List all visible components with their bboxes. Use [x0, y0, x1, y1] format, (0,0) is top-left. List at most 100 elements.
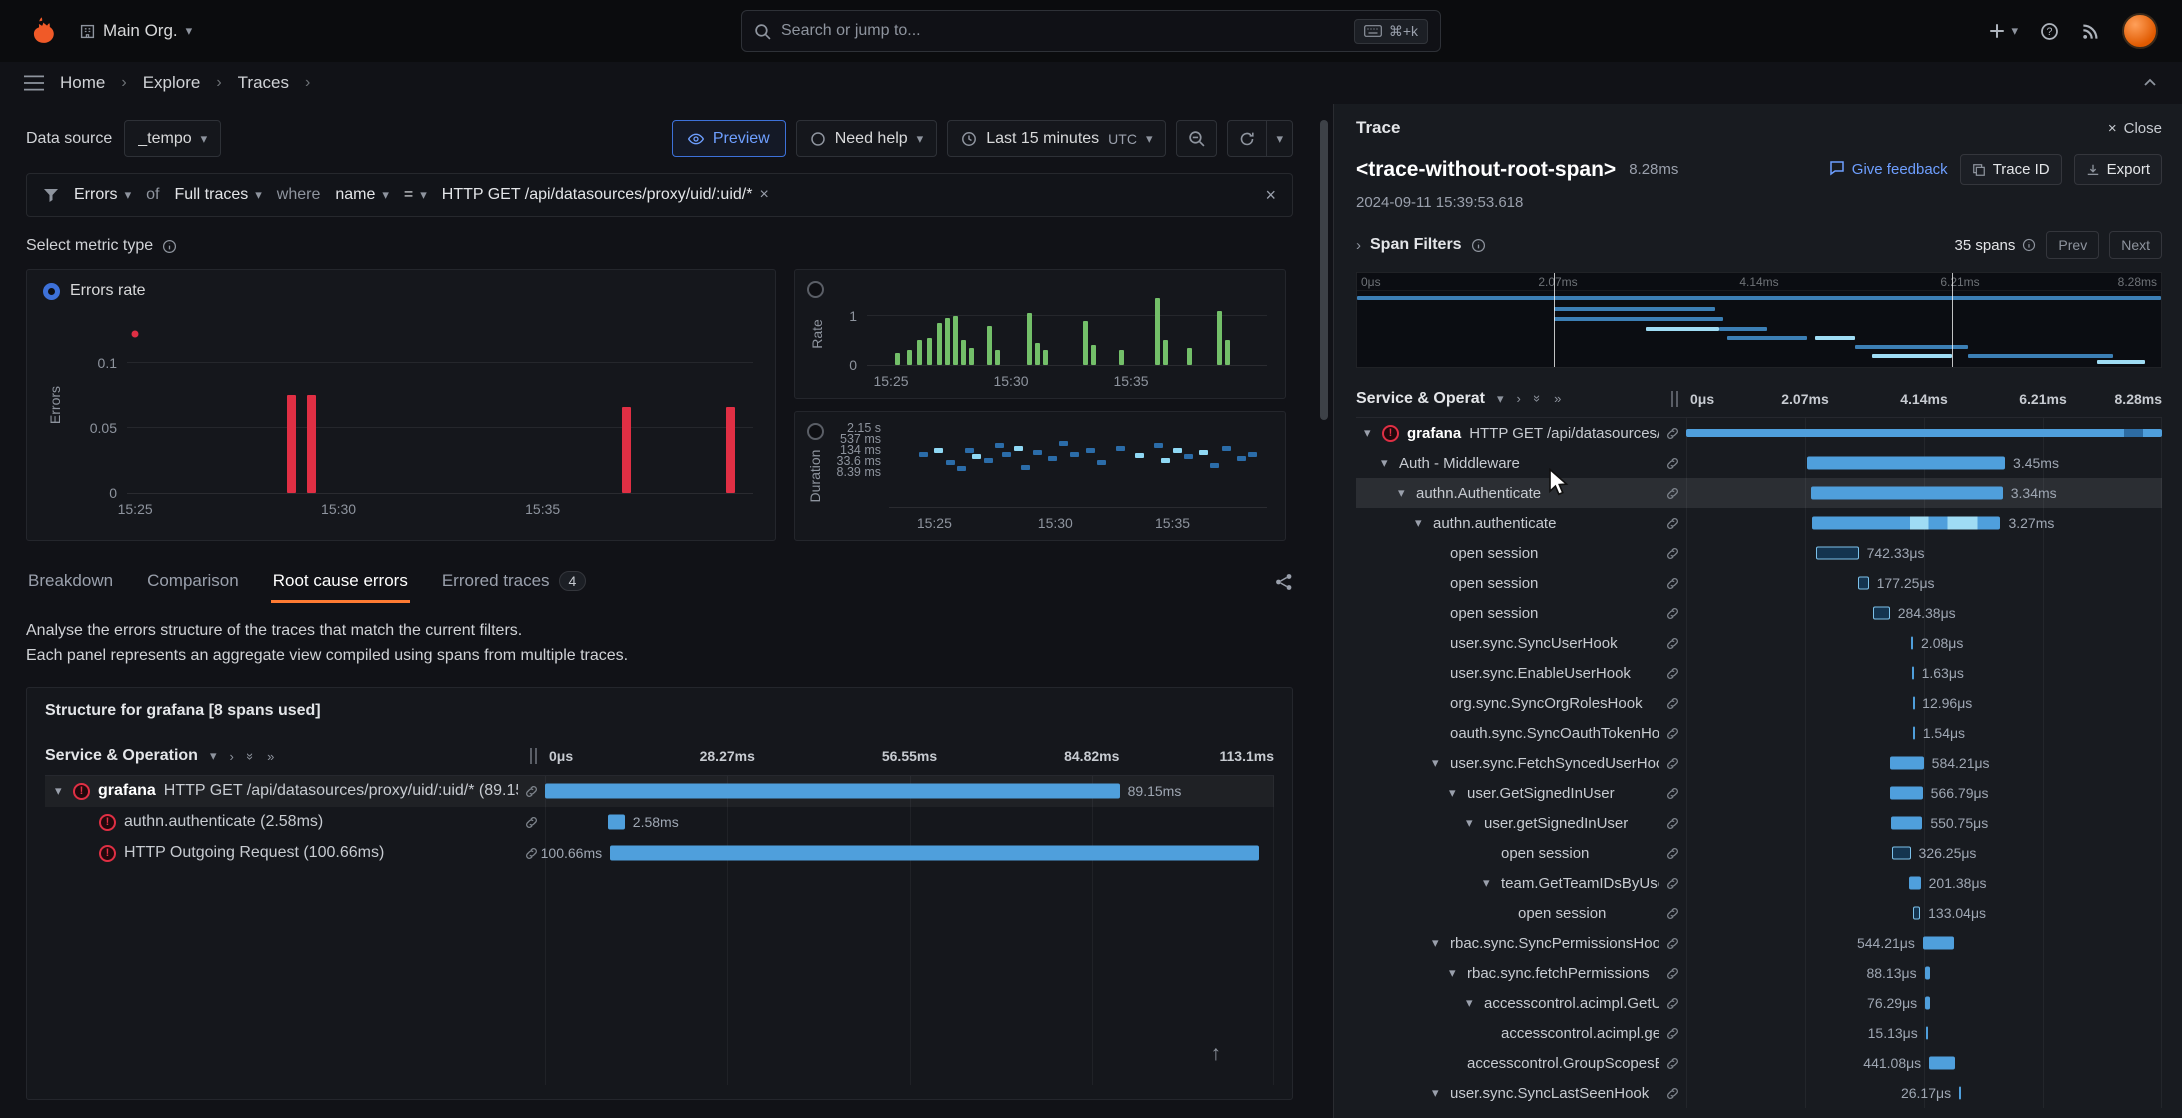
chart-bar[interactable] — [1225, 340, 1230, 365]
chart-bar[interactable] — [1119, 350, 1124, 365]
expand-all-icon[interactable]: » — [267, 749, 274, 764]
span-row[interactable]: ▾accesscontrol.acimpl.GetUs76.29μs — [1356, 988, 2162, 1018]
chart-bar[interactable] — [726, 407, 735, 493]
span-row[interactable]: ▾authn.Authenticate3.34ms — [1356, 478, 2162, 508]
trace-minimap[interactable]: 0μs2.07ms4.14ms6.21ms8.28ms — [1356, 272, 2162, 368]
span-link-icon[interactable] — [1659, 1086, 1686, 1101]
span-link-icon[interactable] — [1659, 756, 1686, 771]
span-row[interactable]: open session742.33μs — [1356, 538, 2162, 568]
chart-bar[interactable] — [1043, 350, 1048, 365]
chart-point[interactable] — [984, 458, 993, 463]
chart-bar[interactable] — [1163, 340, 1168, 365]
chart-point[interactable] — [919, 452, 928, 457]
chart-bar[interactable] — [287, 395, 296, 493]
span-bar[interactable] — [1959, 1087, 1961, 1100]
span-link-icon[interactable] — [518, 784, 545, 799]
chart-point[interactable] — [1222, 446, 1231, 451]
structure-row[interactable]: !authn.authenticate (2.58ms)2.58ms — [45, 807, 1274, 838]
need-help-button[interactable]: Need help ▾ — [796, 120, 937, 157]
chart-bar[interactable] — [307, 395, 316, 493]
span-link-icon[interactable] — [1659, 516, 1686, 531]
span-bar[interactable] — [1890, 787, 1923, 800]
span-link-icon[interactable] — [1659, 576, 1686, 591]
span-row[interactable]: user.sync.EnableUserHook1.63μs — [1356, 658, 2162, 688]
chart-point[interactable] — [1237, 456, 1246, 461]
news-icon[interactable] — [2081, 22, 2100, 41]
search-input[interactable]: Search or jump to... ⌘+k — [741, 10, 1441, 52]
chart-bar[interactable] — [1091, 345, 1096, 365]
span-bar[interactable] — [608, 815, 625, 830]
chart-point[interactable] — [1161, 458, 1170, 463]
expand-caret[interactable]: ▾ — [1483, 875, 1501, 891]
chart-point[interactable] — [1248, 452, 1257, 457]
span-bar[interactable] — [1890, 757, 1924, 770]
span-bar[interactable] — [1909, 877, 1921, 890]
span-row[interactable]: accesscontrol.GroupScopesBy441.08μs — [1356, 1048, 2162, 1078]
errors-rate-radio[interactable] — [43, 283, 60, 300]
chart-point[interactable] — [1210, 463, 1219, 468]
scroll-to-top-button[interactable]: ↑ — [1211, 1042, 1222, 1066]
expand-caret[interactable]: ▾ — [1415, 515, 1433, 531]
span-link-icon[interactable] — [1659, 606, 1686, 621]
chart-point[interactable] — [1154, 443, 1163, 448]
span-link-icon[interactable] — [1659, 906, 1686, 921]
span-row[interactable]: ▾rbac.sync.SyncPermissionsHook544.21μs — [1356, 928, 2162, 958]
collapse-all-icon[interactable]: » — [243, 752, 258, 759]
chart-bar[interactable] — [1027, 313, 1032, 365]
span-bar[interactable] — [1926, 1027, 1928, 1040]
span-bar[interactable] — [1892, 847, 1911, 860]
span-link-icon[interactable] — [1659, 546, 1686, 561]
remove-filter-icon[interactable]: × — [759, 186, 768, 204]
chart-point[interactable] — [1173, 448, 1182, 453]
tab-errored-traces[interactable]: Errored traces 4 — [440, 562, 589, 603]
chart-bar[interactable] — [622, 407, 631, 493]
span-row[interactable]: ▾Auth - Middleware3.45ms — [1356, 448, 2162, 478]
span-row[interactable]: oauth.sync.SyncOauthTokenHook1.54μs — [1356, 718, 2162, 748]
span-row[interactable]: open session177.25μs — [1356, 568, 2162, 598]
span-bar[interactable] — [1925, 997, 1929, 1010]
span-bar[interactable] — [1812, 517, 2000, 530]
structure-row[interactable]: !HTTP Outgoing Request (100.66ms)100.66m… — [45, 838, 1274, 869]
chart-point[interactable] — [1116, 446, 1125, 451]
chart-bar[interactable] — [895, 353, 900, 365]
span-link-icon[interactable] — [1659, 846, 1686, 861]
collapse-one-icon[interactable]: ▾ — [1497, 391, 1504, 407]
span-row[interactable]: ▾rbac.sync.fetchPermissions88.13μs — [1356, 958, 2162, 988]
span-link-icon[interactable] — [518, 815, 545, 830]
org-switcher[interactable]: Main Org. ▾ — [74, 20, 198, 42]
span-link-icon[interactable] — [1659, 1056, 1686, 1071]
scrollbar-thumb[interactable] — [1320, 120, 1328, 420]
chart-point[interactable] — [972, 454, 981, 459]
preview-button[interactable]: Preview — [672, 120, 786, 157]
filter-field-select[interactable]: name▾ — [335, 186, 389, 204]
chart-point[interactable] — [946, 460, 955, 465]
span-link-icon[interactable] — [1659, 936, 1686, 951]
refresh-interval-dropdown[interactable]: ▾ — [1267, 120, 1293, 157]
expand-caret[interactable]: ▾ — [1432, 935, 1450, 951]
span-row[interactable]: accesscontrol.acimpl.get15.13μs — [1356, 1018, 2162, 1048]
give-feedback-link[interactable]: Give feedback — [1829, 160, 1948, 180]
span-link-icon[interactable] — [1659, 966, 1686, 981]
span-row[interactable]: open session326.25μs — [1356, 838, 2162, 868]
filter-metric-select[interactable]: Errors▾ — [74, 186, 131, 204]
chevron-up-icon[interactable] — [2142, 75, 2158, 91]
span-row[interactable]: ▾user.sync.SyncLastSeenHook26.17μs — [1356, 1078, 2162, 1108]
chart-point[interactable] — [1070, 452, 1079, 457]
column-resize-handle[interactable] — [530, 748, 537, 764]
expand-one-icon[interactable]: › — [1516, 391, 1520, 406]
span-row[interactable]: user.sync.SyncUserHook2.08μs — [1356, 628, 2162, 658]
filter-traces-select[interactable]: Full traces▾ — [174, 186, 261, 204]
expand-caret[interactable]: ▾ — [1381, 455, 1399, 471]
tab-breakdown[interactable]: Breakdown — [26, 562, 115, 603]
chevron-right-icon[interactable]: › — [1356, 237, 1361, 254]
span-row[interactable]: org.sync.SyncOrgRolesHook12.96μs — [1356, 688, 2162, 718]
next-span-button[interactable]: Next — [2109, 231, 2162, 259]
chart-point[interactable] — [1033, 450, 1042, 455]
chart-point[interactable] — [1199, 450, 1208, 455]
expand-caret[interactable]: ▾ — [1364, 425, 1382, 441]
span-row[interactable]: open session284.38μs — [1356, 598, 2162, 628]
span-bar[interactable] — [1873, 607, 1889, 620]
chart-bar[interactable] — [1155, 298, 1160, 365]
span-link-icon[interactable] — [1659, 486, 1686, 501]
chart-bar[interactable] — [907, 350, 912, 365]
